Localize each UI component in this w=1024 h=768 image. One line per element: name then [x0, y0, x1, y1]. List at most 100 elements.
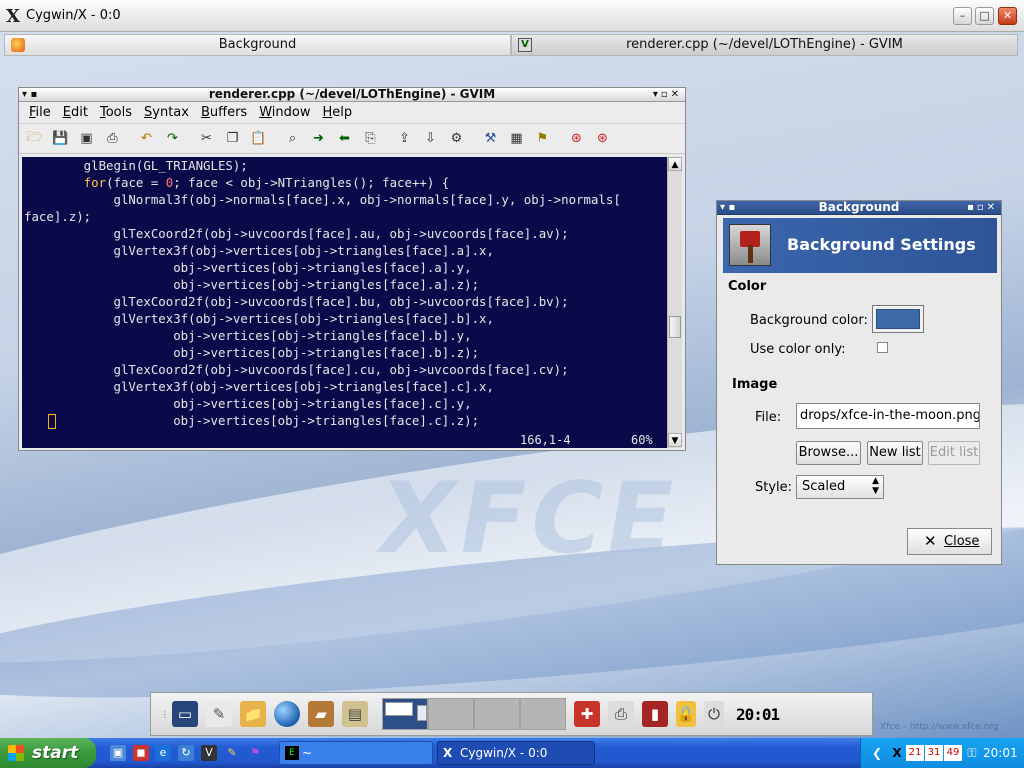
menu-help[interactable]: Help — [316, 102, 358, 123]
save-all-icon[interactable]: ▣ — [76, 128, 97, 149]
menu-edit[interactable]: Edit — [57, 102, 94, 123]
find-previous-icon[interactable]: ⬅ — [334, 128, 355, 149]
save-icon[interactable]: 💾 — [50, 128, 71, 149]
replace-icon[interactable]: ⎘ — [360, 128, 381, 149]
settings-toolbox-icon[interactable]: ✚ — [574, 701, 600, 727]
x-server-icon[interactable]: X — [889, 745, 905, 761]
menu-syntax[interactable]: Syntax — [138, 102, 195, 123]
use-color-only-label: Use color only: — [750, 342, 846, 357]
close-dialog-button[interactable]: ✕ Close — [907, 528, 992, 555]
scroll-down-icon[interactable]: ▼ — [668, 433, 682, 447]
window-controls[interactable]: ▪▫✕ — [967, 201, 998, 214]
scrollbar-thumb[interactable] — [669, 315, 681, 338]
browse-button[interactable]: Browse... — [796, 441, 861, 465]
menu-window[interactable]: Window — [253, 102, 316, 123]
pencil-icon[interactable]: ✎ — [224, 745, 240, 761]
minimize-button[interactable]: – — [953, 7, 972, 25]
paste-icon[interactable]: 📋 — [248, 128, 269, 149]
code-line: for(face = 0; face < obj->NTriangles(); … — [83, 175, 450, 190]
media-icon[interactable]: ▤ — [342, 701, 368, 727]
gvim-title: renderer.cpp (~/devel/LOThEngine) - GVIM — [208, 87, 496, 101]
dialog-titlebar[interactable]: ▾ ▪ Background ▪▫✕ — [717, 201, 1001, 215]
tray-arrow-icon[interactable]: ❮ — [869, 745, 885, 761]
window-title: Cygwin/X - 0:0 — [26, 8, 121, 23]
find-next-icon[interactable]: ➜ — [308, 128, 329, 149]
close-button[interactable]: ✕ — [998, 7, 1017, 25]
internet-explorer-icon[interactable]: e — [155, 745, 171, 761]
power-icon[interactable]: ⏻ — [704, 701, 724, 727]
workspace-3[interactable] — [474, 698, 520, 730]
menu-tools[interactable]: Tools — [94, 102, 138, 123]
brush-icon[interactable]: ⚑ — [247, 745, 263, 761]
lock-icon[interactable]: 🔒 — [676, 701, 696, 727]
save-session-icon[interactable]: ⇩ — [420, 128, 441, 149]
scroll-up-icon[interactable]: ▲ — [668, 157, 682, 171]
find-replace-icon[interactable]: ⌕ — [282, 128, 303, 149]
menu-buffers[interactable]: Buffers — [195, 102, 253, 123]
background-settings-dialog: ▾ ▪ Background ▪▫✕ Background Settings C… — [716, 200, 1002, 565]
code-line: obj->vertices[obj->triangles[face].b].y, — [24, 328, 472, 343]
tray-number[interactable]: 49 — [944, 745, 962, 761]
bg-color-button[interactable] — [872, 305, 924, 333]
file-input[interactable]: drops/xfce-in-the-moon.png — [796, 403, 980, 429]
package-icon[interactable]: ▰ — [308, 701, 334, 727]
redo-icon[interactable]: ↷ — [162, 128, 183, 149]
network-icon[interactable]: ⚿ — [964, 745, 980, 761]
print-icon[interactable]: ⎙ — [102, 128, 123, 149]
help-icon[interactable]: ⊛ — [566, 128, 587, 149]
style-select-value: Scaled — [802, 479, 846, 494]
terminal-icon[interactable]: ▭ — [172, 701, 198, 727]
new-list-button[interactable]: New list — [867, 441, 923, 465]
help-book-icon[interactable]: ▮ — [642, 701, 668, 727]
gvim-titlebar[interactable]: ▾ ▪ renderer.cpp (~/devel/LOThEngine) - … — [19, 88, 685, 102]
workspace-2[interactable] — [428, 698, 474, 730]
start-button[interactable]: start — [0, 738, 96, 768]
code-line: glVertex3f(obj->vertices[obj->triangles[… — [24, 379, 494, 394]
tags-icon[interactable]: ⚑ — [532, 128, 553, 149]
panel-clock: 20:01 — [736, 704, 780, 724]
workspace-4[interactable] — [520, 698, 566, 730]
browser-globe-icon[interactable] — [274, 701, 300, 727]
tray-number[interactable]: 31 — [925, 745, 943, 761]
task-background[interactable]: Background — [4, 34, 511, 56]
terminal-icon: E — [285, 746, 299, 760]
taskbar-item-cygwin-x[interactable]: X Cygwin/X - 0:0 — [437, 741, 595, 765]
xfce-desktop-logo: XFCE — [369, 462, 688, 576]
refresh-icon[interactable]: ↻ — [178, 745, 194, 761]
toolbar-separator — [386, 128, 392, 149]
menu-file[interactable]: File — [23, 102, 57, 123]
copy-icon[interactable]: ❐ — [222, 128, 243, 149]
explorer-icon[interactable]: ▣ — [110, 745, 126, 761]
taskbar-item-terminal[interactable]: E ~ — [279, 741, 433, 765]
task-label: Background — [218, 37, 297, 52]
undo-icon[interactable]: ↶ — [136, 128, 157, 149]
maximize-button[interactable]: □ — [975, 7, 994, 25]
app-icon[interactable]: ◼ — [133, 745, 149, 761]
open-file-icon[interactable]: 🗁 — [24, 128, 45, 149]
tray-number[interactable]: 21 — [906, 745, 924, 761]
find-help-icon[interactable]: ⊛ — [592, 128, 613, 149]
window-controls[interactable]: ▾▫✕ — [653, 88, 682, 101]
shell-icon[interactable]: ▦ — [506, 128, 527, 149]
make-icon[interactable]: ⚒ — [480, 128, 501, 149]
run-script-icon[interactable]: ⚙ — [446, 128, 467, 149]
file-manager-icon[interactable]: 📁 — [240, 701, 266, 727]
window-menu-icon[interactable]: ▾ ▪ — [720, 201, 735, 214]
panel-handle[interactable]: ⋮ — [161, 710, 169, 719]
vim-icon[interactable]: V — [201, 745, 217, 761]
task-gvim[interactable]: V renderer.cpp (~/devel/LOThEngine) - GV… — [511, 34, 1018, 56]
editor-icon[interactable]: ✎ — [206, 701, 232, 727]
use-color-only-checkbox[interactable] — [877, 342, 888, 353]
vertical-scrollbar[interactable]: ▲ ▼ — [667, 157, 682, 448]
cursor-position: 166,1-4 — [520, 433, 571, 447]
load-session-icon[interactable]: ⇪ — [394, 128, 415, 149]
cut-icon[interactable]: ✂ — [196, 128, 217, 149]
code-editor[interactable]: glBegin(GL_TRIANGLES); for(face = 0; fac… — [22, 157, 667, 432]
dialog-banner: Background Settings — [723, 218, 997, 273]
window-menu-icon[interactable]: ▾ ▪ — [22, 88, 37, 101]
workspace-1[interactable] — [382, 698, 428, 730]
style-select[interactable]: Scaled ▲ ▼ — [796, 475, 884, 499]
printer-icon[interactable]: ⎙ — [608, 701, 634, 727]
code-line: obj->vertices[obj->triangles[face].b].z)… — [24, 345, 480, 360]
edit-list-button[interactable]: Edit list — [928, 441, 980, 465]
